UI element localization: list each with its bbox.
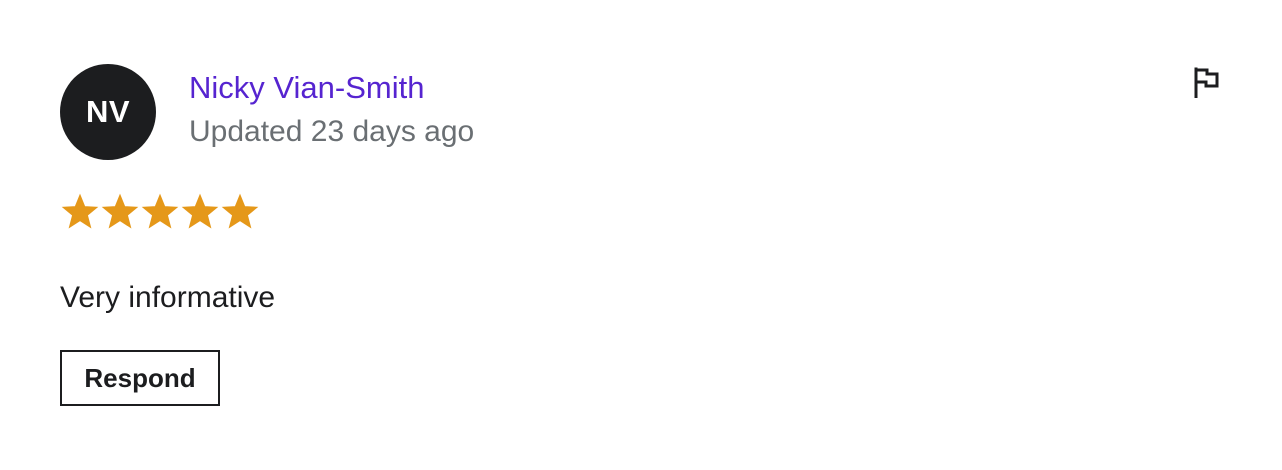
star-icon: [181, 193, 219, 229]
star-icon: [61, 193, 99, 229]
review-card: NV Nicky Vian-Smith Updated 23 days ago …: [0, 0, 1282, 470]
flag-icon: [1194, 67, 1219, 98]
star-icon: [101, 193, 139, 229]
author-name-link[interactable]: Nicky Vian-Smith: [189, 68, 424, 108]
respond-button[interactable]: Respond: [60, 350, 220, 406]
updated-timestamp: Updated 23 days ago: [189, 115, 475, 148]
avatar-initials: NV: [85, 94, 131, 129]
star-rating: [60, 192, 260, 232]
report-flag-button[interactable]: [1186, 62, 1226, 102]
star-icon: [221, 193, 259, 229]
review-comment: Very informative: [60, 281, 276, 314]
star-icon: [141, 193, 179, 229]
avatar: NV: [60, 64, 156, 160]
